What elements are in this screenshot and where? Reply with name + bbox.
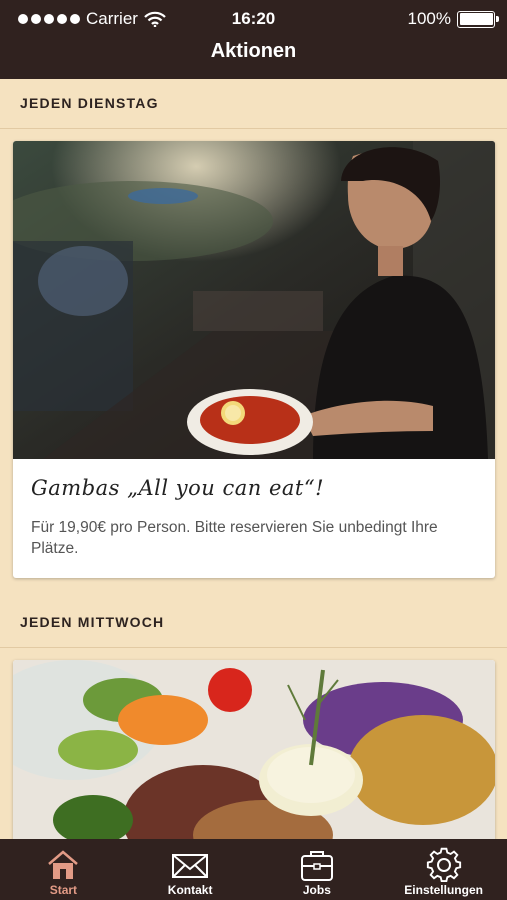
promotion-title: Gambas „All you can eat“!	[31, 476, 325, 500]
page-title: Aktionen	[210, 40, 297, 62]
section-header-wednesday: JEDEN MITTWOCH	[0, 598, 507, 648]
top-bar: Carrier 16:20 100% Aktionen	[0, 0, 507, 79]
tab-label: Jobs	[302, 883, 331, 897]
tab-jobs[interactable]: Jobs	[254, 839, 381, 900]
promotion-card-wednesday[interactable]	[13, 660, 495, 860]
battery-info: 100%	[407, 9, 499, 29]
tab-label: Kontakt	[167, 883, 213, 897]
tab-label: Einstellungen	[404, 883, 483, 897]
status-bar: Carrier 16:20 100%	[0, 0, 507, 38]
battery-percent: 100%	[407, 9, 451, 28]
tab-label: Start	[49, 883, 78, 897]
house-icon	[48, 850, 79, 879]
tab-einstellungen[interactable]: Einstellungen	[380, 839, 507, 900]
gear-icon	[426, 847, 461, 883]
section-header-tuesday: JEDEN DIENSTAG	[0, 79, 507, 129]
envelope-icon	[172, 854, 209, 878]
section-header-label: JEDEN MITTWOCH	[20, 614, 165, 630]
tab-start[interactable]: Start	[0, 839, 127, 900]
promotion-photo-waitress	[13, 141, 495, 459]
battery-icon	[457, 10, 499, 28]
promotion-description: Für 19,90€ pro Person. Bitte reservieren…	[31, 519, 438, 557]
promotion-photo-steak	[13, 660, 495, 860]
briefcase-icon	[300, 851, 333, 881]
tab-bar: Start Kontakt Jobs Einstellungen	[0, 839, 507, 900]
promotion-card-tuesday[interactable]: Gambas „All you can eat“! Für 19,90€ pro…	[13, 141, 495, 578]
section-header-label: JEDEN DIENSTAG	[20, 95, 159, 111]
tab-kontakt[interactable]: Kontakt	[127, 839, 254, 900]
